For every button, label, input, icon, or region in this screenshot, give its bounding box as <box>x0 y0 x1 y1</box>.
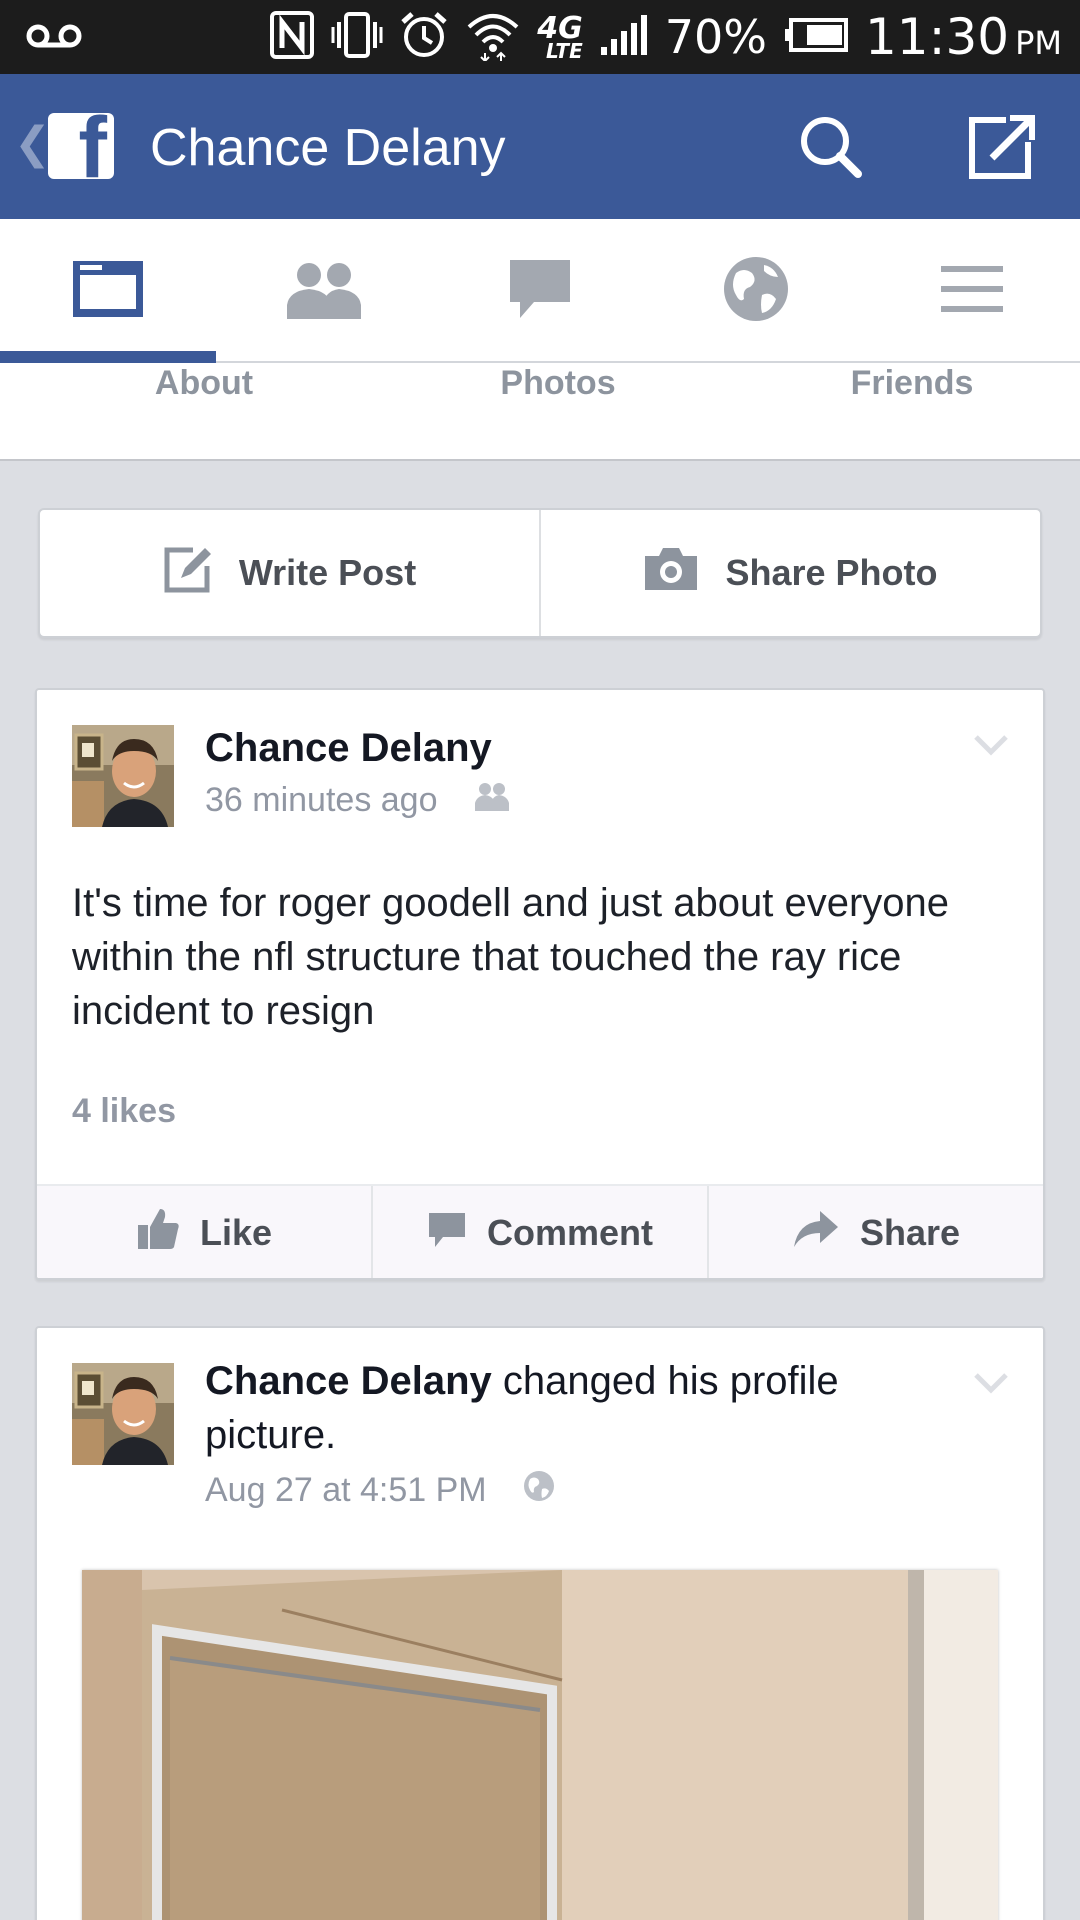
tab-messages[interactable] <box>432 219 648 363</box>
camera-icon <box>643 546 699 601</box>
vibrate-icon <box>331 10 383 64</box>
back-chevron-icon[interactable]: ❮ <box>14 122 51 166</box>
story-headline: Chance Delany changed his profile pictur… <box>205 1354 925 1462</box>
messages-icon <box>508 258 572 325</box>
profile-photo-image[interactable] <box>82 1570 998 1920</box>
battery-percent: 70% <box>664 10 767 64</box>
thumbs-up-icon <box>136 1207 180 1260</box>
publish-icon[interactable] <box>966 110 1038 187</box>
chevron-down-icon[interactable] <box>973 734 1009 761</box>
profile-nav-photos[interactable]: Photos <box>408 363 708 403</box>
app-bar: ❮ f Chance Delany <box>0 74 1080 219</box>
tab-friend-requests[interactable] <box>216 219 432 363</box>
composer: Write Post Share Photo <box>38 508 1042 638</box>
battery-icon <box>783 17 849 57</box>
friend-requests-icon <box>283 259 365 324</box>
story-text: It's time for roger goodell and just abo… <box>72 881 950 1033</box>
search-icon[interactable] <box>798 114 864 185</box>
story-timestamp[interactable]: Aug 27 at 4:51 PM <box>205 1471 487 1510</box>
nfc-icon <box>269 10 315 64</box>
tab-news-feed[interactable] <box>0 219 216 365</box>
like-count[interactable]: 4 likes <box>72 1092 176 1131</box>
tab-notifications[interactable] <box>648 219 864 363</box>
tab-bar <box>0 219 1080 365</box>
alarm-icon <box>399 10 449 64</box>
chevron-down-icon[interactable] <box>973 1372 1009 1399</box>
share-photo-button[interactable]: Share Photo <box>541 510 1040 636</box>
voicemail-icon <box>26 18 82 59</box>
edit-icon <box>163 544 213 603</box>
network-type: 4G LTE <box>537 10 583 63</box>
story-author[interactable]: Chance Delany <box>205 1359 492 1403</box>
avatar[interactable] <box>72 1363 174 1465</box>
wifi-icon <box>465 9 521 65</box>
news-feed-icon <box>71 259 145 324</box>
comment-icon <box>427 1209 467 1258</box>
friends-icon <box>474 780 510 820</box>
story-card: Chance Delany 36 minutes ago It's time f… <box>35 688 1045 1280</box>
share-button[interactable]: Share <box>709 1186 1043 1278</box>
profile-nav-friends[interactable]: Friends <box>762 363 1062 403</box>
share-arrow-icon <box>792 1209 840 1258</box>
profile-nav-about[interactable]: About <box>54 363 354 403</box>
clock: 11:30 PM <box>865 8 1062 66</box>
story-meta: Aug 27 at 4:51 PM <box>205 1470 555 1511</box>
story-actions: Like Comment Share <box>37 1184 1043 1278</box>
public-globe-icon <box>523 1470 555 1511</box>
status-bar: 4G LTE 70% 11:30 PM <box>0 0 1080 74</box>
write-post-button[interactable]: Write Post <box>40 510 539 636</box>
page-title: Chance Delany <box>150 119 506 177</box>
notifications-globe-icon <box>722 255 790 328</box>
story-meta: 36 minutes ago <box>205 780 510 820</box>
avatar[interactable] <box>72 725 174 827</box>
profile-nav: About Photos Friends <box>0 363 1080 461</box>
story-timestamp[interactable]: 36 minutes ago <box>205 780 438 820</box>
story-author[interactable]: Chance Delany <box>205 724 492 772</box>
facebook-logo-icon[interactable]: f <box>48 113 114 179</box>
tab-more[interactable] <box>864 219 1080 363</box>
menu-icon <box>939 264 1005 319</box>
signal-icon <box>599 15 649 59</box>
story-card: Chance Delany changed his profile pictur… <box>35 1326 1045 1920</box>
like-button[interactable]: Like <box>37 1186 373 1278</box>
comment-button[interactable]: Comment <box>373 1186 709 1278</box>
